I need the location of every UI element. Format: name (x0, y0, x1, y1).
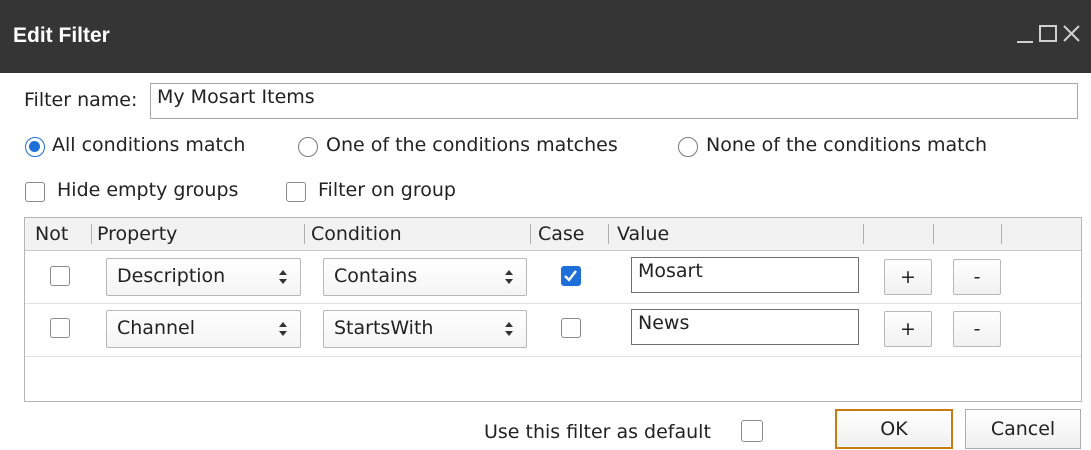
radio-none-conditions-label[interactable]: None of the conditions match (706, 134, 987, 156)
column-header-case[interactable]: Case (538, 223, 585, 245)
updown-arrows-icon (279, 270, 287, 284)
remove-condition-button[interactable]: - (953, 259, 1001, 295)
dialog-title: Edit Filter (13, 24, 110, 47)
table-row: Channel StartsWith News + - (25, 304, 1081, 357)
column-header-condition[interactable]: Condition (311, 223, 402, 245)
property-select[interactable]: Channel (106, 310, 301, 348)
filter-on-group-checkbox[interactable] (286, 182, 306, 202)
minimize-button[interactable] (1013, 20, 1039, 48)
condition-select[interactable]: StartsWith (323, 310, 527, 348)
updown-arrows-icon (505, 270, 513, 284)
column-separator[interactable] (91, 224, 92, 244)
not-checkbox[interactable] (50, 318, 70, 338)
property-select-value: Description (117, 265, 226, 287)
cancel-button[interactable]: Cancel (965, 409, 1081, 449)
condition-select-value: StartsWith (334, 317, 434, 339)
radio-one-condition[interactable] (298, 137, 318, 157)
column-separator[interactable] (530, 224, 531, 244)
add-condition-button[interactable]: + (884, 311, 932, 347)
edit-filter-dialog: Edit Filter Filter name: My Mosart Items… (0, 0, 1091, 450)
default-filter-label[interactable]: Use this filter as default (484, 421, 711, 443)
radio-one-condition-label[interactable]: One of the conditions matches (326, 134, 618, 156)
value-input[interactable]: News (631, 309, 859, 345)
minimize-icon (1017, 41, 1033, 43)
column-header-not[interactable]: Not (35, 223, 68, 245)
radio-none-conditions[interactable] (678, 137, 698, 157)
radio-all-conditions-label[interactable]: All conditions match (52, 134, 245, 156)
case-checkbox[interactable] (561, 318, 581, 338)
column-separator[interactable] (933, 224, 934, 244)
radio-all-conditions[interactable] (25, 137, 45, 157)
property-select[interactable]: Description (106, 258, 301, 296)
default-filter-checkbox[interactable] (741, 420, 763, 442)
ok-button[interactable]: OK (835, 409, 953, 449)
condition-select[interactable]: Contains (323, 258, 527, 296)
hide-empty-groups-checkbox[interactable] (25, 182, 45, 202)
add-condition-button[interactable]: + (884, 259, 932, 295)
case-checkbox[interactable] (561, 266, 581, 286)
column-separator[interactable] (608, 224, 609, 244)
conditions-grid: Not Property Condition Case Value Descri… (24, 217, 1082, 402)
property-select-value: Channel (117, 317, 196, 339)
column-header-property[interactable]: Property (97, 223, 177, 245)
remove-condition-button[interactable]: - (953, 311, 1001, 347)
filter-on-group-label[interactable]: Filter on group (318, 179, 456, 201)
column-separator[interactable] (304, 224, 305, 244)
value-input[interactable]: Mosart (631, 257, 859, 293)
title-bar[interactable]: Edit Filter (0, 0, 1091, 73)
filter-name-input[interactable]: My Mosart Items (150, 83, 1078, 119)
column-separator[interactable] (863, 224, 864, 244)
close-button[interactable] (1060, 20, 1086, 48)
close-icon (1063, 25, 1080, 42)
hide-empty-groups-label[interactable]: Hide empty groups (57, 179, 238, 201)
updown-arrows-icon (505, 322, 513, 336)
table-row: Description Contains Mosart + - (25, 251, 1081, 304)
not-checkbox[interactable] (50, 266, 70, 286)
column-header-value[interactable]: Value (617, 223, 669, 245)
filter-name-label: Filter name: (24, 89, 138, 111)
updown-arrows-icon (279, 322, 287, 336)
grid-header: Not Property Condition Case Value (25, 218, 1081, 251)
column-separator[interactable] (1001, 224, 1002, 244)
condition-select-value: Contains (334, 265, 418, 287)
checkmark-icon (564, 270, 577, 282)
